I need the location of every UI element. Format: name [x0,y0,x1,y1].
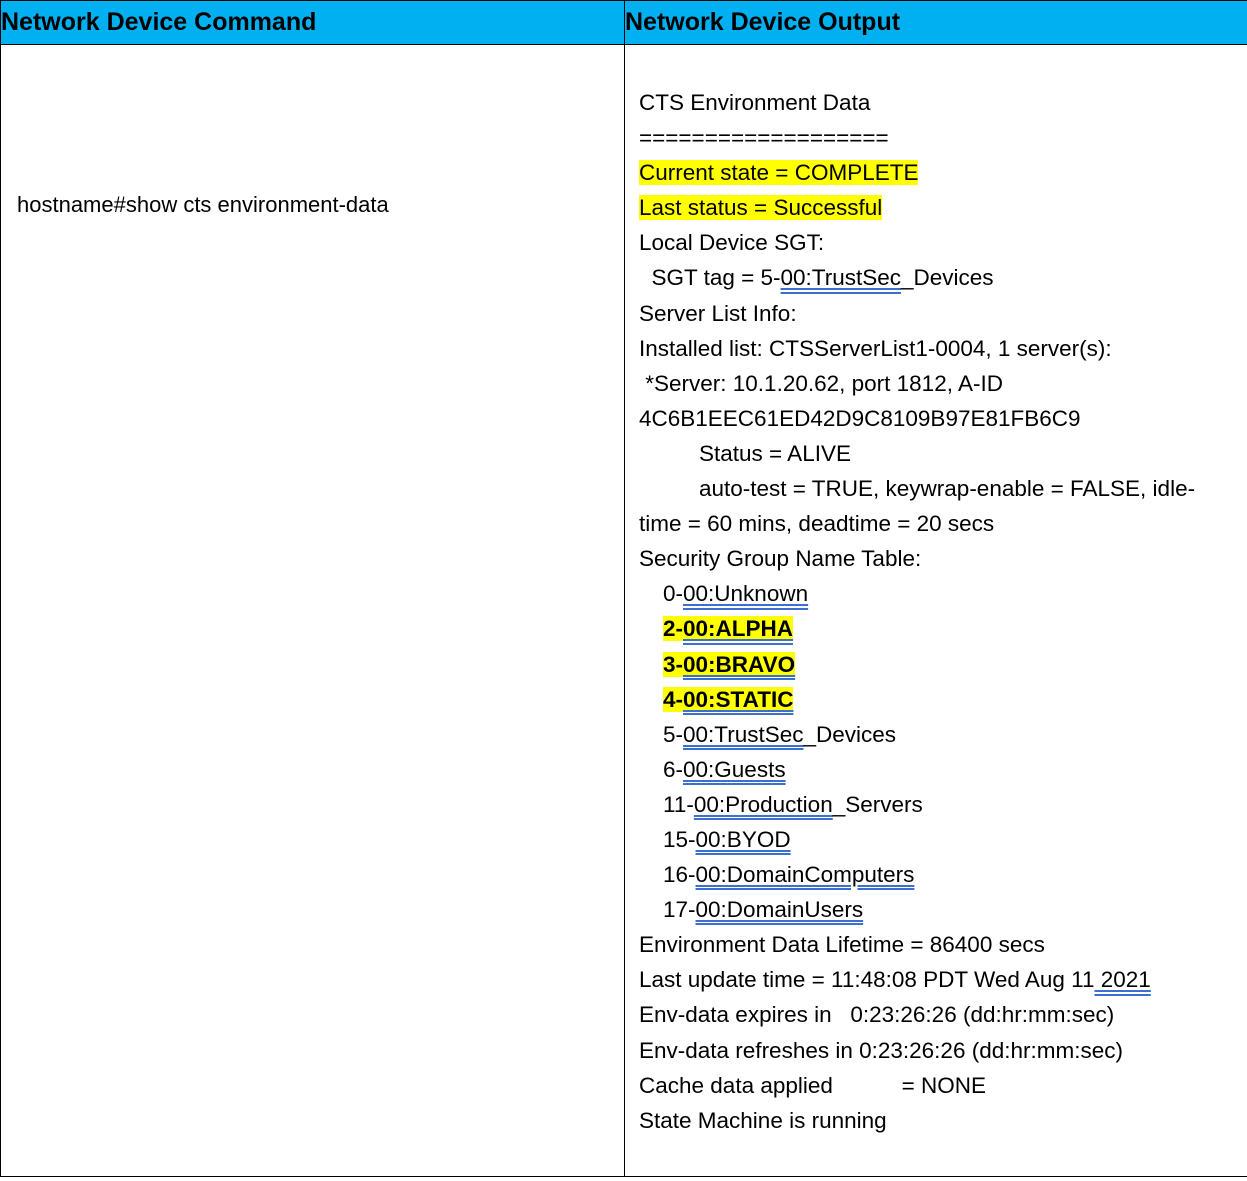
sg-table: 0-00:Unknown 2-00:ALPHA 3-00:BRAVO 4-00:STA… [639,576,1247,927]
sg-name: 00:STATIC [683,686,794,712]
state-machine: State Machine is running [639,1107,887,1133]
sg-table-row: 0-00:Unknown [639,576,1247,611]
sg-table-row: 15-00:BYOD [639,822,1247,857]
sg-id: 3- [663,651,684,677]
sg-id: 4- [663,686,684,712]
sg-table-row: 17-00:DomainUsers [639,892,1247,927]
command-output-table: Network Device Command Network Device Ou… [0,0,1247,1177]
sg-name-suffix: _Servers [832,791,923,817]
current-state: Current state = COMPLETE [639,160,919,186]
output-title: CTS Environment Data [639,90,871,115]
sg-table-row: 2-00:ALPHA [639,611,1247,646]
header-output: Network Device Output [624,0,1247,45]
last-update-year: 2021 [1094,967,1151,993]
sg-entry: 2-00:ALPHA [663,616,794,642]
sg-name: 00:DomainComputers [695,862,915,888]
sg-entry: 0-00:Unknown [663,581,808,606]
sg-name: 00:ALPHA [683,616,794,642]
last-update-text: Last update time = 11:48:08 PDT Wed Aug … [639,967,1095,993]
sg-id: 16- [663,862,696,888]
autotest-line-2: time = 60 mins, deadtime = 20 secs [639,511,995,537]
sg-name: 00:BYOD [695,826,791,852]
lifetime: Environment Data Lifetime = 86400 secs [639,932,1045,958]
sg-entry: 11-00:Production_Servers [663,792,923,817]
sg-id: 6- [663,756,684,782]
installed-list: Installed list: CTSServerList1-0004, 1 s… [639,335,1112,361]
sg-name: 00:TrustSec [683,721,804,747]
sg-entry: 3-00:BRAVO [663,651,796,677]
server-line: *Server: 10.1.20.62, port 1812, A-ID [639,370,1003,396]
sg-entry: 15-00:BYOD [663,827,791,852]
header-command: Network Device Command [0,0,625,45]
sg-name-suffix: _Devices [803,721,897,747]
sgt-tag-name: 00:TrustSec [780,265,901,291]
sg-entry: 17-00:DomainUsers [663,897,863,922]
sg-name: 00:Production [693,791,833,817]
sg-id: 17- [663,897,696,923]
sg-table-row: 11-00:Production_Servers [639,787,1247,822]
sgt-tag-prefix: SGT tag = 5- [639,265,781,291]
autotest-line-1: auto-test = TRUE, keywrap-enable = FALSE… [699,476,1196,502]
output-cell: CTS Environment Data ===================… [624,44,1247,1177]
sg-entry: 5-00:TrustSec_Devices [663,722,896,747]
sg-name: 00:DomainUsers [695,897,864,923]
sg-table-row: 16-00:DomainComputers [639,857,1247,892]
sg-id: 2- [663,616,684,642]
sg-name: 00:Guests [683,756,786,782]
sg-name: 00:BRAVO [683,651,796,677]
sg-table-row: 4-00:STATIC [639,682,1247,717]
sg-id: 11- [663,791,694,817]
sg-table-row: 5-00:TrustSec_Devices [639,717,1247,752]
server-status: Status = ALIVE [699,440,851,466]
sg-id: 5- [663,721,684,747]
server-list-label: Server List Info: [639,300,797,326]
server-aid: 4C6B1EEC61ED42D9C8109B97E81FB6C9 [639,405,1081,431]
sg-table-row: 3-00:BRAVO [639,647,1247,682]
local-sgt-label: Local Device SGT: [639,230,825,256]
sg-id: 15- [663,826,696,852]
sgt-tag: SGT tag = 5-00:TrustSec_Devices [639,260,1247,295]
output-block: CTS Environment Data ===================… [625,45,1247,1138]
expires: Env-data expires in 0:23:26:26 (dd:hr:mm… [639,1002,1115,1028]
last-status: Last status = Successful [639,195,883,221]
header-row: Network Device Command Network Device Ou… [0,0,1247,45]
body-row: hostname#show cts environment-data CTS E… [0,44,1247,1177]
refreshes: Env-data refreshes in 0:23:26:26 (dd:hr:… [639,1037,1123,1063]
last-update: Last update time = 11:48:08 PDT Wed Aug … [639,962,1247,997]
sg-entry: 16-00:DomainComputers [663,862,914,887]
sg-id: 0- [663,581,684,607]
sgt-tag-suffix: _Devices [901,265,994,291]
sg-name: 00:Unknown [683,581,809,607]
sg-table-label: Security Group Name Table: [639,546,922,572]
command-cell: hostname#show cts environment-data [0,44,625,1177]
command-text: hostname#show cts environment-data [17,192,389,217]
sg-entry: 6-00:Guests [663,757,786,782]
output-separator: =================== [639,125,889,151]
sg-entry: 4-00:STATIC [663,686,794,712]
sg-table-row: 6-00:Guests [639,752,1247,787]
cache-applied: Cache data applied = NONE [639,1072,987,1098]
